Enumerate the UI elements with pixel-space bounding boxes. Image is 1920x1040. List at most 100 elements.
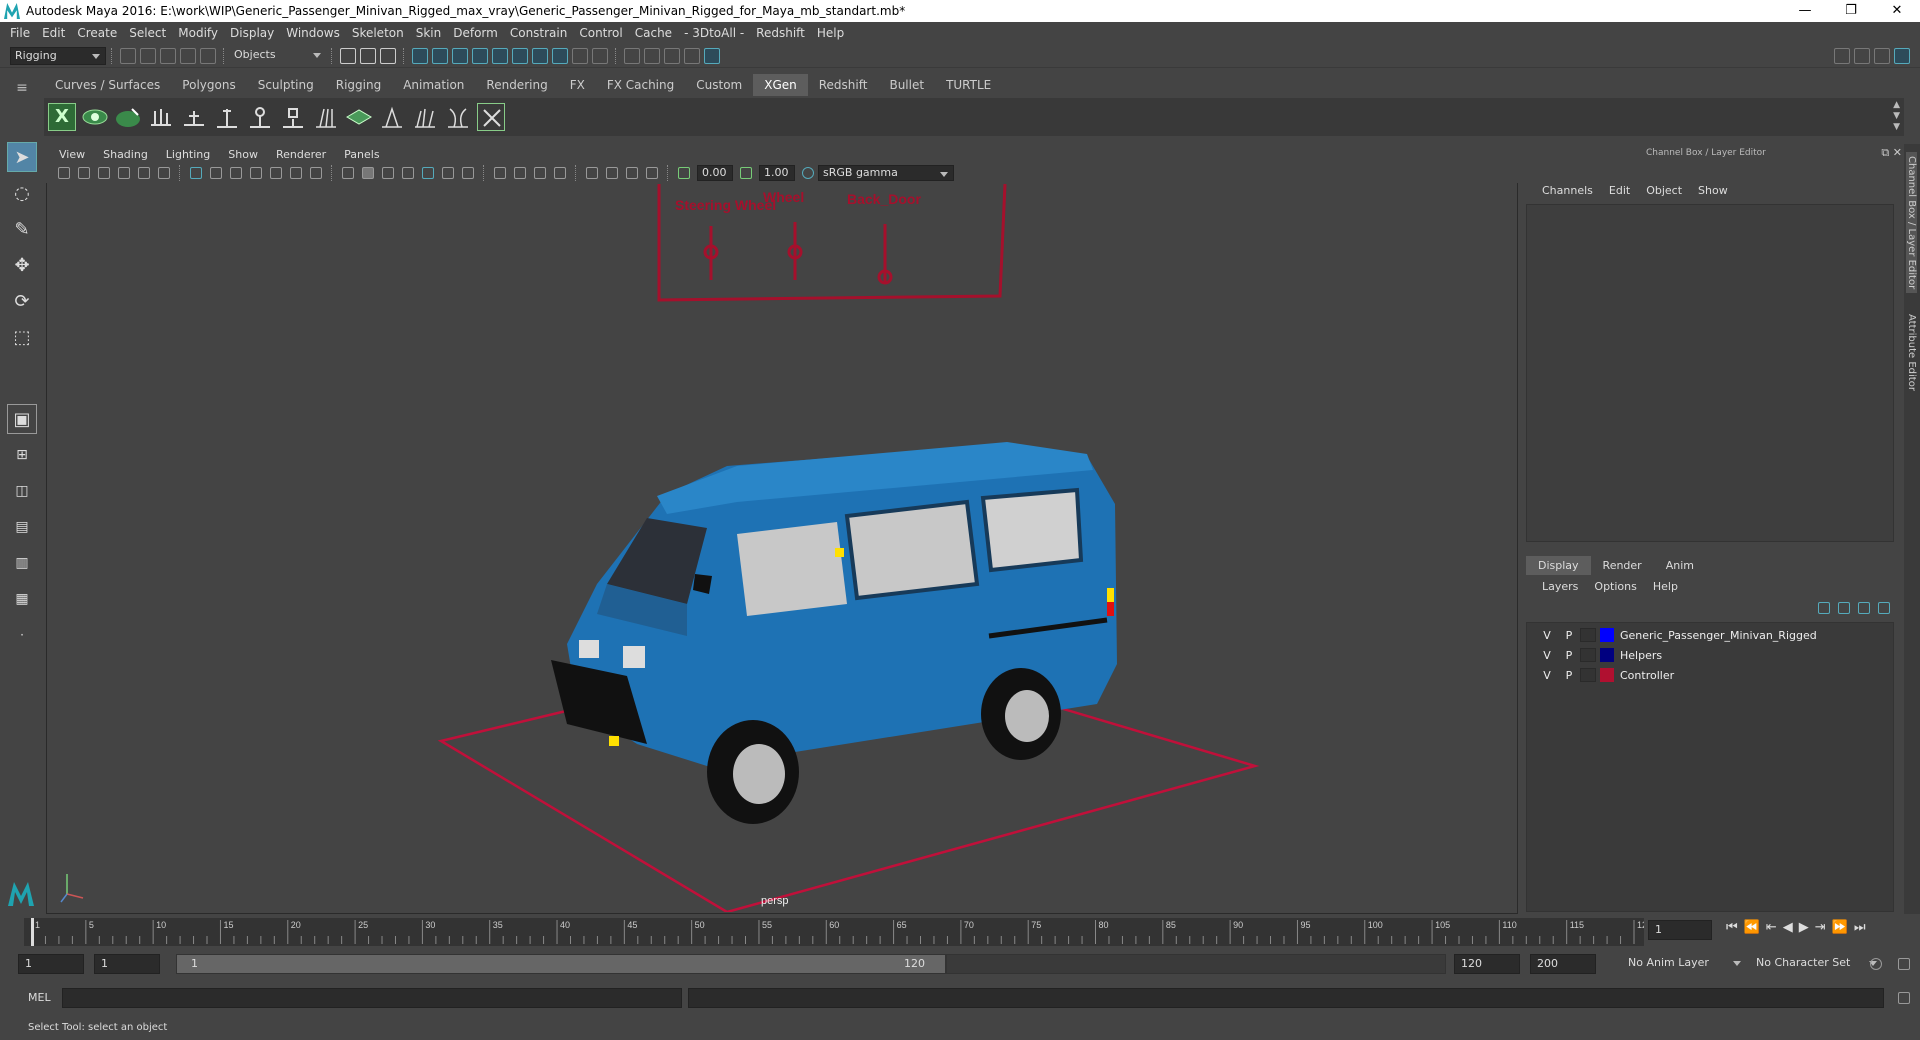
layer-row[interactable]: V P Helpers [1536,646,1886,664]
shadows-icon[interactable] [442,167,454,179]
new-scene-icon[interactable] [120,47,136,64]
menu-item-file[interactable]: File [4,26,36,40]
use-all-lights-icon[interactable] [422,167,434,179]
menu-item-skin[interactable]: Skin [410,26,448,40]
shelf-tab-sculpting[interactable]: Sculpting [247,74,325,96]
layer-tab-display[interactable]: Display [1526,556,1591,575]
select-component-icon[interactable] [380,47,396,64]
snap-point-icon[interactable] [452,47,468,64]
auto-key-icon[interactable] [1870,958,1882,970]
xgen-curve-icon[interactable] [444,103,472,131]
layer-tab-anim[interactable]: Anim [1654,556,1706,575]
playback-end-field[interactable]: 120 [1454,954,1520,974]
menu-item-edit[interactable]: Edit [36,26,71,40]
layer-display-type[interactable] [1580,668,1596,682]
resolution-gate-icon[interactable] [230,167,242,179]
range-slider-track[interactable] [946,954,1446,974]
play-backward-icon[interactable]: ◀ [1783,920,1793,935]
channel-box-toggle-icon[interactable] [1894,48,1910,64]
safe-title-icon[interactable] [310,167,322,179]
select-tool-icon[interactable]: ➤ [7,142,37,172]
layer-visibility-toggle[interactable]: V [1536,669,1558,682]
ambient-occlusion-icon[interactable] [462,167,474,179]
move-layer-down-icon[interactable] [1838,602,1850,614]
snap-view-plane-icon[interactable] [472,47,488,64]
hypershade-icon[interactable] [684,47,700,64]
layer-playback-toggle[interactable]: P [1558,629,1580,642]
shelf-tab-animation[interactable]: Animation [392,74,475,96]
move-tool-icon[interactable]: ✥ [7,250,37,280]
xgen-comb-icon[interactable] [312,103,340,131]
step-forward-key-icon[interactable]: ⏩ [1832,920,1848,935]
xgen-add-guide-icon[interactable] [180,103,208,131]
playback-start-field[interactable]: 1 [94,954,160,974]
current-frame-field[interactable]: 1 [1648,920,1712,940]
viewport-menu-panels[interactable]: Panels [335,148,388,161]
maximize-button[interactable]: ❐ [1828,0,1874,22]
layer-color-swatch[interactable] [1600,648,1614,662]
minivan-model[interactable] [551,442,1117,824]
go-to-end-icon[interactable]: ⏭ [1854,920,1866,935]
viewport-menu-lighting[interactable]: Lighting [157,148,219,161]
xgen-guide-length-icon[interactable] [213,103,241,131]
new-empty-layer-icon[interactable] [1858,602,1870,614]
xgen-guide-flip-icon[interactable] [246,103,274,131]
xray-active-icon[interactable] [514,167,526,179]
xform-manip-icon[interactable] [586,167,598,179]
undo-icon[interactable] [180,47,196,64]
grid-toggle-icon[interactable] [190,167,202,179]
two-d-pan-icon[interactable] [138,167,150,179]
layer-tab-render[interactable]: Render [1591,556,1654,575]
shelf-tab-curves-surfaces[interactable]: Curves / Surfaces [44,74,171,96]
xgen-export-icon[interactable] [477,103,505,131]
command-input[interactable] [62,988,682,1008]
new-layer-from-selected-icon[interactable] [1878,602,1890,614]
textured-icon[interactable] [402,167,414,179]
xray-joints-icon[interactable] [534,167,546,179]
steering-slider[interactable] [703,226,719,280]
xgen-editor-icon[interactable]: X [48,103,76,131]
color-space-dropdown[interactable]: sRGB gamma [818,165,954,181]
menu-set-dropdown[interactable]: Rigging [10,46,106,65]
layer-display-type[interactable] [1580,648,1596,662]
shelf-tab-rigging[interactable]: Rigging [325,74,392,96]
snap-curve-icon[interactable] [432,47,448,64]
select-object-icon[interactable] [360,47,376,64]
anim-layer-dropdown[interactable]: No Anim Layer [1624,955,1746,973]
menu-item-help[interactable]: Help [811,26,850,40]
menu-item-modify[interactable]: Modify [172,26,224,40]
smooth-shade-icon[interactable] [362,167,374,179]
viewport-2-icon[interactable] [606,167,618,179]
anti-alias-icon[interactable] [646,167,658,179]
layer-color-swatch[interactable] [1600,668,1614,682]
xgen-clump-icon[interactable] [378,103,406,131]
menu-item-cache[interactable]: Cache [629,26,678,40]
panel-float-close[interactable]: ⧉ ✕ [1881,146,1902,160]
layer-row[interactable]: V P Controller [1536,666,1886,684]
save-scene-icon[interactable] [160,47,176,64]
selection-mask-dropdown[interactable]: Objects [230,46,326,65]
layer-color-swatch[interactable] [1600,628,1614,642]
render-frame-icon[interactable] [624,47,640,64]
menu-item-display[interactable]: Display [224,26,280,40]
xgen-guide-icon[interactable] [147,103,175,131]
current-time-marker[interactable] [31,918,34,946]
shelf-tab-bullet[interactable]: Bullet [878,74,935,96]
play-forward-icon[interactable]: ▶ [1799,920,1809,935]
shelf-menu-icon[interactable]: ≡ [0,80,44,96]
channel-box-menu-object[interactable]: Object [1638,184,1690,197]
channel-box-menu-show[interactable]: Show [1690,184,1736,197]
minimize-button[interactable]: — [1782,0,1828,22]
hypershade-layout-icon[interactable]: ▦ [7,584,37,614]
menu-item-select[interactable]: Select [123,26,172,40]
xgen-grass-icon[interactable] [411,103,439,131]
color-management-icon[interactable] [802,167,814,179]
bookmark-icon[interactable] [98,167,110,179]
channel-box-menu-channels[interactable]: Channels [1534,184,1601,197]
xgen-lock-guide-icon[interactable] [279,103,307,131]
script-editor-icon[interactable] [1898,992,1910,1004]
menu-item-create[interactable]: Create [71,26,123,40]
channel-box-side-tab[interactable]: Channel Box / Layer Editor [1906,152,1917,294]
layer-visibility-toggle[interactable]: V [1536,629,1558,642]
shelf-tab-xgen[interactable]: XGen [753,74,808,96]
